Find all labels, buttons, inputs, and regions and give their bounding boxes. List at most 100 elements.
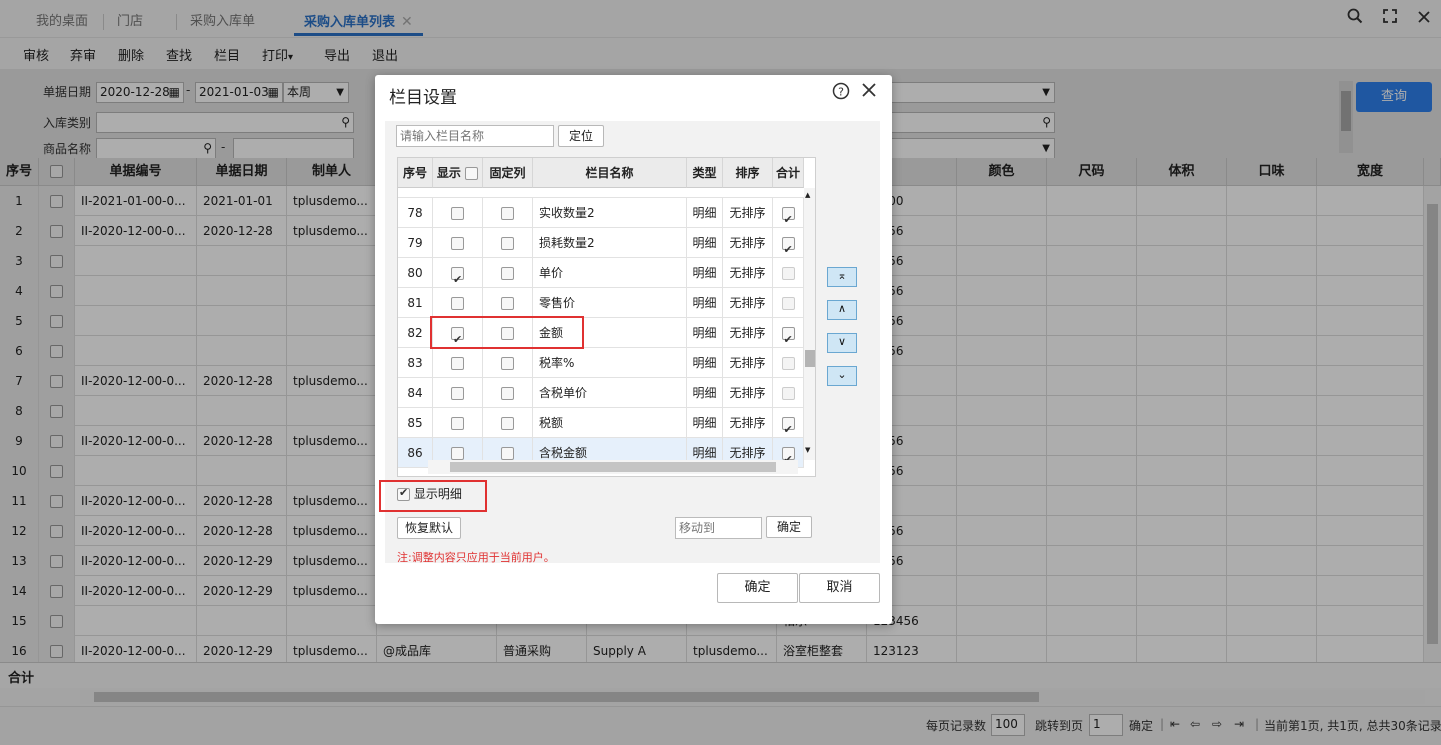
sum-cell[interactable]	[773, 198, 804, 235]
col-header-show: 显示	[433, 158, 483, 188]
help-icon[interactable]: ?	[832, 82, 850, 104]
sum-cell[interactable]	[773, 348, 804, 378]
fixed-checkbox[interactable]	[501, 297, 514, 310]
restore-default-button[interactable]: 恢复默认	[397, 517, 461, 539]
fixed-cell[interactable]	[483, 228, 533, 258]
column-name: 单价	[533, 258, 687, 288]
scroll-thumb[interactable]	[805, 350, 815, 367]
list-item[interactable]: 80 单价 明细 无排序	[398, 258, 804, 295]
fixed-checkbox[interactable]	[501, 387, 514, 400]
sum-cell[interactable]	[773, 288, 804, 318]
column-name: 税额	[533, 408, 687, 438]
sum-cell[interactable]	[773, 378, 804, 408]
show-checkbox[interactable]	[451, 207, 464, 220]
table-hscroll[interactable]	[428, 460, 798, 474]
fixed-cell[interactable]	[483, 348, 533, 378]
column-no: 83	[398, 348, 433, 378]
table-vscroll[interactable]: ▲ ▼	[804, 188, 815, 460]
show-cell[interactable]	[433, 408, 483, 438]
move-bottom-button[interactable]: ⌄	[827, 366, 857, 386]
move-confirm-button[interactable]: 确定	[766, 516, 812, 538]
fixed-checkbox[interactable]	[501, 357, 514, 370]
show-cell[interactable]	[433, 348, 483, 378]
show-checkbox[interactable]	[451, 447, 464, 460]
column-sort[interactable]: 无排序	[723, 258, 773, 288]
column-sort[interactable]: 无排序	[723, 378, 773, 408]
sum-checkbox[interactable]	[781, 445, 795, 475]
move-down-button[interactable]: ∨	[827, 333, 857, 353]
show-checkbox[interactable]	[451, 387, 464, 400]
col-header: 类型	[687, 158, 723, 188]
fixed-cell[interactable]	[483, 288, 533, 318]
sum-cell[interactable]	[773, 228, 804, 265]
column-sort[interactable]: 无排序	[723, 348, 773, 378]
col-header: 序号	[398, 158, 433, 188]
locate-button[interactable]: 定位	[558, 125, 604, 147]
sum-checkbox[interactable]	[781, 235, 795, 265]
fixed-cell[interactable]	[483, 408, 533, 438]
column-sort[interactable]: 无排序	[723, 408, 773, 438]
show-cell[interactable]	[433, 378, 483, 408]
highlight-box	[430, 316, 584, 349]
col-header: 合计	[773, 158, 804, 188]
column-name: 实收数量2	[533, 198, 687, 228]
show-cell[interactable]	[433, 198, 483, 228]
sum-cell[interactable]	[773, 258, 804, 288]
column-sort[interactable]: 无排序	[723, 228, 773, 258]
move-to-input[interactable]	[675, 517, 762, 539]
column-no: 84	[398, 378, 433, 408]
cancel-button[interactable]: 取消	[799, 573, 880, 603]
fixed-cell[interactable]	[483, 198, 533, 228]
column-type: 明细	[687, 258, 723, 288]
column-name: 零售价	[533, 288, 687, 318]
fixed-checkbox[interactable]	[501, 207, 514, 220]
fixed-cell[interactable]	[483, 378, 533, 408]
column-no: 85	[398, 408, 433, 438]
show-all-checkbox[interactable]	[465, 167, 479, 180]
column-sort[interactable]: 无排序	[723, 318, 773, 348]
list-item[interactable]: 79 损耗数量2 明细 无排序	[398, 228, 804, 265]
close-icon[interactable]	[862, 83, 876, 101]
col-header: 固定列	[483, 158, 533, 188]
list-item[interactable]: 83 税率% 明细 无排序	[398, 348, 804, 378]
column-sort[interactable]: 无排序	[723, 198, 773, 228]
scroll-down-icon[interactable]: ▼	[805, 446, 810, 454]
svg-text:?: ?	[838, 86, 844, 99]
list-item[interactable]: 78 实收数量2 明细 无排序	[398, 198, 804, 235]
fixed-cell[interactable]	[483, 258, 533, 288]
sum-checkbox[interactable]	[781, 325, 795, 355]
ok-button[interactable]: 确定	[717, 573, 798, 603]
show-cell[interactable]	[433, 258, 483, 295]
sum-cell[interactable]	[773, 318, 804, 355]
fixed-checkbox[interactable]	[501, 447, 514, 460]
column-name: 税率%	[533, 348, 687, 378]
column-no: 78	[398, 198, 433, 228]
column-type: 明细	[687, 318, 723, 348]
move-top-button[interactable]: ⌅	[827, 267, 857, 287]
column-sort[interactable]: 无排序	[723, 288, 773, 318]
col-header: 排序	[723, 158, 773, 188]
list-item[interactable]: 84 含税单价 明细 无排序	[398, 378, 804, 408]
column-type: 明细	[687, 378, 723, 408]
show-cell[interactable]	[433, 288, 483, 318]
fixed-checkbox[interactable]	[501, 267, 514, 280]
list-item[interactable]: 81 零售价 明细 无排序	[398, 288, 804, 318]
sum-cell[interactable]	[773, 408, 804, 445]
list-item[interactable]: 85 税额 明细 无排序	[398, 408, 804, 445]
fixed-checkbox[interactable]	[501, 417, 514, 430]
show-checkbox[interactable]	[451, 237, 464, 250]
sum-checkbox[interactable]	[781, 415, 795, 445]
show-checkbox[interactable]	[451, 417, 464, 430]
column-settings-dialog: 栏目设置 ? 定位 序号 显示 固定列 栏目名称 类型 排序 合计 78 实收数…	[375, 75, 892, 624]
column-search-input[interactable]	[396, 125, 554, 147]
show-cell[interactable]	[433, 228, 483, 258]
show-checkbox[interactable]	[451, 265, 464, 295]
move-up-button[interactable]: ∧	[827, 300, 857, 320]
sum-checkbox	[781, 387, 795, 400]
sum-checkbox[interactable]	[781, 205, 795, 235]
show-checkbox[interactable]	[451, 297, 464, 310]
list-item	[398, 188, 804, 198]
fixed-checkbox[interactable]	[501, 237, 514, 250]
scroll-up-icon[interactable]: ▲	[805, 191, 810, 199]
show-checkbox[interactable]	[451, 357, 464, 370]
